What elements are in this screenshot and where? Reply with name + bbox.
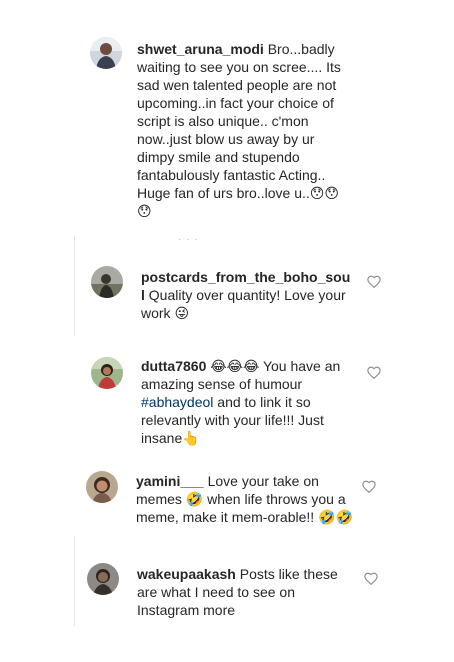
avatar[interactable] [91,266,123,298]
comment-item: dutta7860 😂😂😂 You have an amazing sense … [0,350,454,450]
avatar[interactable] [90,37,122,69]
comment-text: postcards_from_the_boho_soul Quality ove… [141,268,351,322]
comment-text: dutta7860 😂😂😂 You have an amazing sense … [141,357,351,447]
heart-outline-icon[interactable] [364,572,378,585]
comment-username[interactable]: yamini___ [136,473,204,489]
comment-item: postcards_from_the_boho_soul Quality ove… [0,258,454,328]
comment-item: wakeupaakash Posts like these are what I… [0,560,454,626]
avatar[interactable] [87,563,119,595]
comment-text: shwet_aruna_modi Bro...badly waiting to … [137,40,347,220]
separator-dots: · · · [178,234,199,245]
avatar[interactable] [86,471,118,503]
hashtag-link[interactable]: #abhaydeol [141,394,213,410]
heart-outline-icon[interactable] [367,366,381,379]
avatar[interactable] [91,357,123,389]
comment-body: Bro...badly waiting to see you on scree.… [137,41,341,219]
comment-text: wakeupaakash Posts like these are what I… [137,565,349,619]
comment-username[interactable]: shwet_aruna_modi [137,41,264,57]
comment-username[interactable]: dutta7860 [141,358,206,374]
comment-item: yamini___ Love your take on memes 🤣 when… [0,466,454,532]
comment-item: shwet_aruna_modi Bro...badly waiting to … [0,0,454,230]
comment-body: Quality over quantity! Love your work 😜 [141,287,346,321]
comment-text: yamini___ Love your take on memes 🤣 when… [136,472,358,526]
heart-outline-icon[interactable] [367,275,381,288]
comment-username[interactable]: wakeupaakash [137,566,236,582]
heart-outline-icon[interactable] [362,480,376,493]
